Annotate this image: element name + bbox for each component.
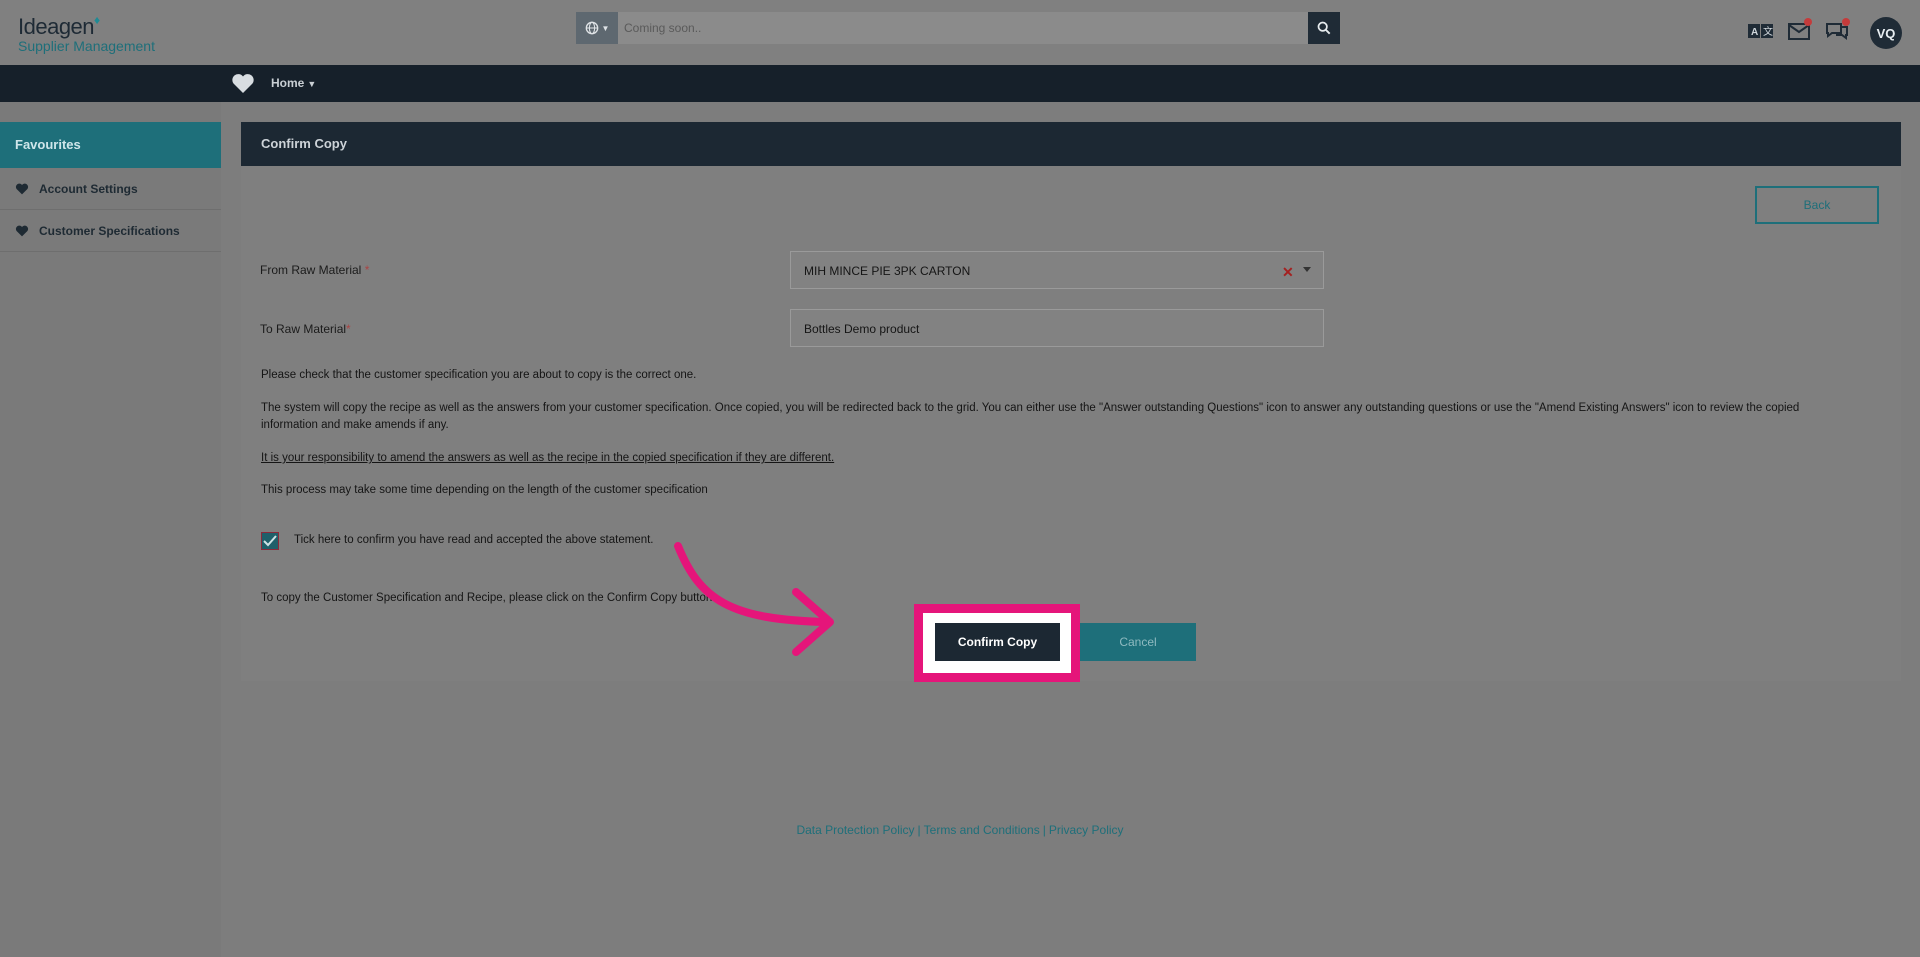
sidebar-title: Favourites bbox=[0, 122, 221, 168]
terms-link[interactable]: Terms and Conditions bbox=[924, 823, 1040, 837]
search-input[interactable] bbox=[618, 12, 1308, 44]
confirm-statement-label: Tick here to confirm you have read and a… bbox=[294, 534, 654, 546]
chevron-down-icon: ▼ bbox=[601, 23, 610, 33]
nav-home-menu[interactable]: Home ▼ bbox=[271, 76, 316, 90]
main-nav: Home ▼ bbox=[0, 65, 1920, 102]
back-button[interactable]: Back bbox=[1755, 186, 1879, 224]
svg-text:A: A bbox=[1751, 27, 1758, 38]
pointer-arrow-icon bbox=[674, 542, 834, 656]
to-raw-material-field[interactable]: Bottles Demo product bbox=[790, 309, 1324, 347]
heart-icon bbox=[15, 183, 29, 194]
clear-selection-icon[interactable]: ✕ bbox=[1282, 264, 1294, 281]
footer: Data Protection Policy | Terms and Conditi… bbox=[0, 823, 1920, 837]
privacy-link[interactable]: Privacy Policy bbox=[1049, 823, 1124, 837]
cancel-button[interactable]: Cancel bbox=[1080, 623, 1196, 661]
svg-text:文: 文 bbox=[1763, 25, 1773, 38]
translate-icon: A文 bbox=[1748, 24, 1773, 38]
sidebar-item-label: Customer Specifications bbox=[39, 223, 180, 238]
translate-button[interactable]: A文 bbox=[1748, 20, 1774, 42]
chat-button[interactable] bbox=[1824, 18, 1850, 42]
chevron-down-icon[interactable] bbox=[1303, 267, 1311, 272]
confirm-statement-checkbox[interactable] bbox=[261, 532, 279, 550]
page-title: Confirm Copy bbox=[241, 122, 1901, 166]
favourites-toggle[interactable] bbox=[231, 73, 255, 99]
search-button[interactable] bbox=[1308, 12, 1340, 44]
heart-icon bbox=[232, 74, 254, 93]
logo-mark-icon: ♦ bbox=[94, 13, 100, 27]
search-scope-dropdown[interactable]: ▼ bbox=[576, 12, 618, 44]
globe-icon bbox=[585, 21, 598, 35]
process-time-text: This process may take some time dependin… bbox=[261, 484, 708, 496]
to-raw-material-label: To Raw Material* bbox=[260, 322, 351, 336]
search-icon bbox=[1317, 21, 1331, 35]
app-logo[interactable]: Ideagen♦ Supplier Management bbox=[18, 13, 155, 54]
global-search: ▼ bbox=[576, 12, 1340, 44]
top-header: Ideagen♦ Supplier Management ▼ A文 VQ bbox=[0, 0, 1920, 65]
sidebar-item-account-settings[interactable]: Account Settings bbox=[0, 168, 221, 210]
notification-dot bbox=[1804, 18, 1812, 26]
notification-dot bbox=[1842, 18, 1850, 26]
logo-text: Ideagen bbox=[18, 14, 95, 39]
user-avatar[interactable]: VQ bbox=[1870, 17, 1902, 49]
sidebar-item-label: Account Settings bbox=[39, 181, 138, 196]
footer-separator: | bbox=[1042, 823, 1046, 837]
responsibility-text: It is your responsibility to amend the a… bbox=[261, 452, 835, 464]
checkmark-icon bbox=[263, 535, 277, 547]
instruction-text: To copy the Customer Specification and R… bbox=[261, 592, 716, 604]
messages-button[interactable] bbox=[1786, 18, 1812, 42]
nav-home-label: Home bbox=[271, 76, 305, 90]
from-raw-material-label: From Raw Material * bbox=[260, 263, 370, 277]
sidebar-item-customer-specifications[interactable]: Customer Specifications bbox=[0, 210, 221, 252]
copy-explanation-text: The system will copy the recipe as well … bbox=[261, 402, 1800, 431]
chevron-down-icon: ▼ bbox=[307, 79, 317, 89]
data-protection-link[interactable]: Data Protection Policy bbox=[796, 823, 914, 837]
confirm-copy-button[interactable]: Confirm Copy bbox=[935, 623, 1060, 661]
logo-subtitle: Supplier Management bbox=[18, 38, 155, 54]
from-raw-material-select[interactable]: MIH MINCE PIE 3PK CARTON bbox=[790, 251, 1324, 289]
heart-icon bbox=[15, 225, 29, 236]
footer-separator: | bbox=[917, 823, 921, 837]
check-spec-text: Please check that the customer specifica… bbox=[261, 369, 697, 381]
